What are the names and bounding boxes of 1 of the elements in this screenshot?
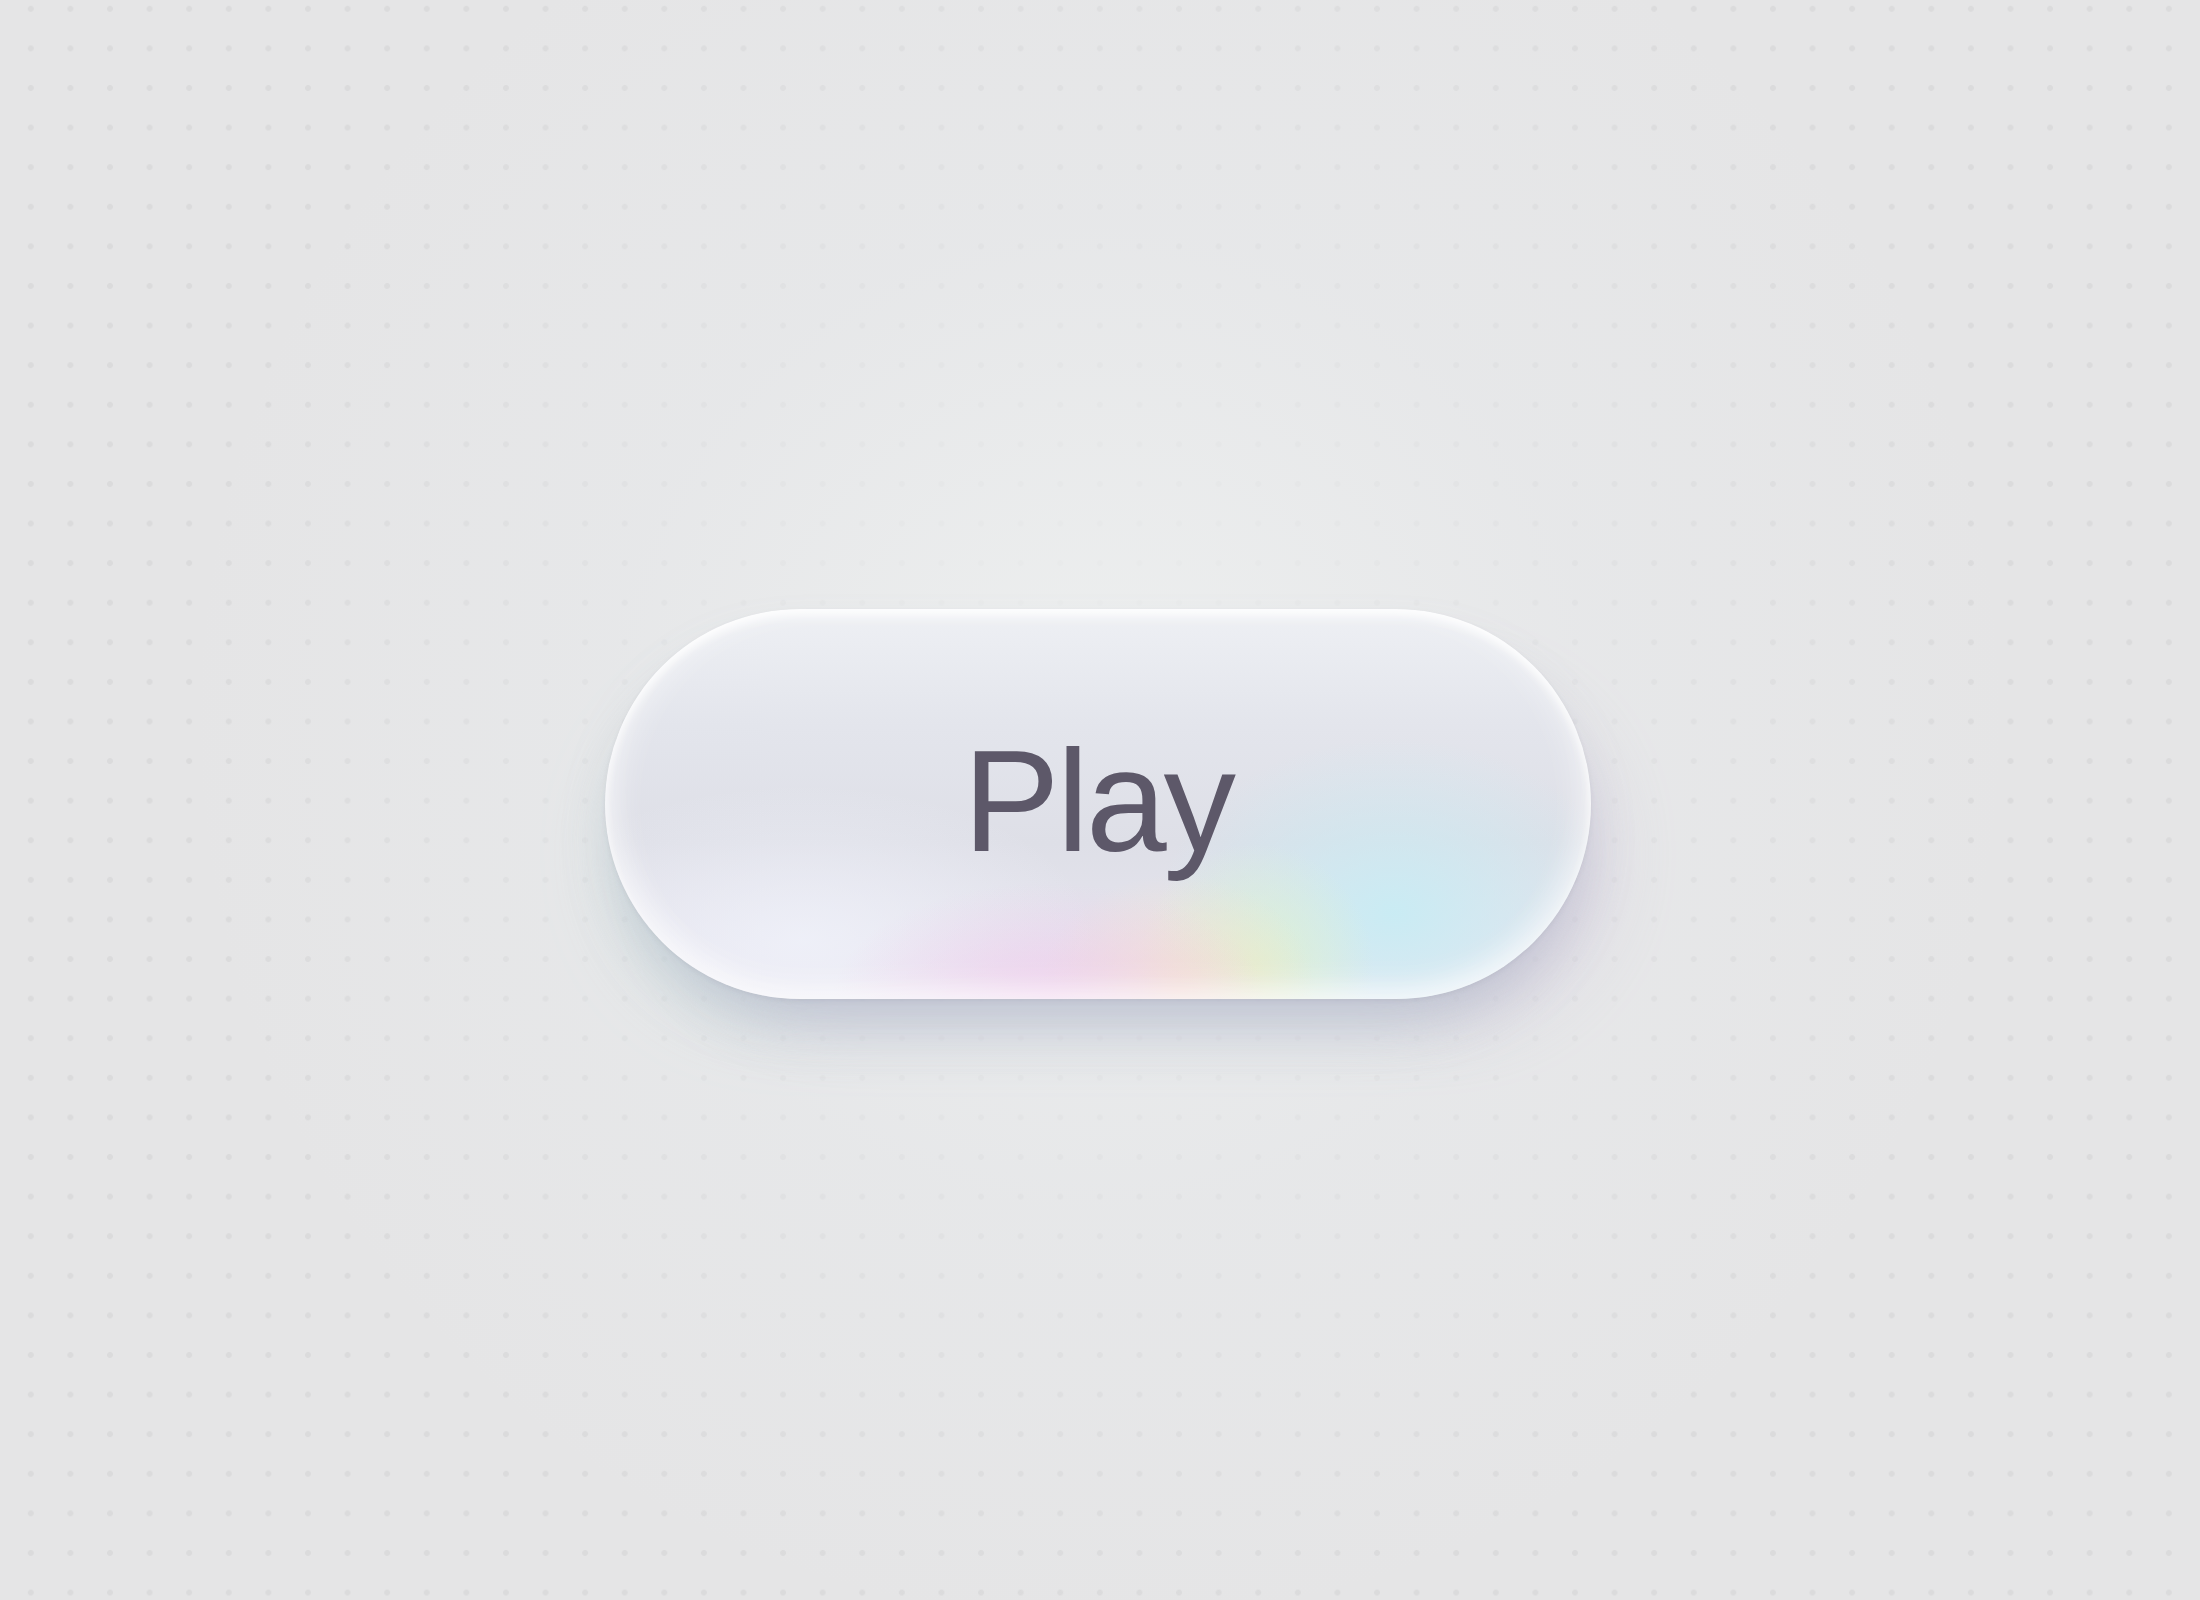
play-button[interactable]: Play — [605, 609, 1591, 999]
